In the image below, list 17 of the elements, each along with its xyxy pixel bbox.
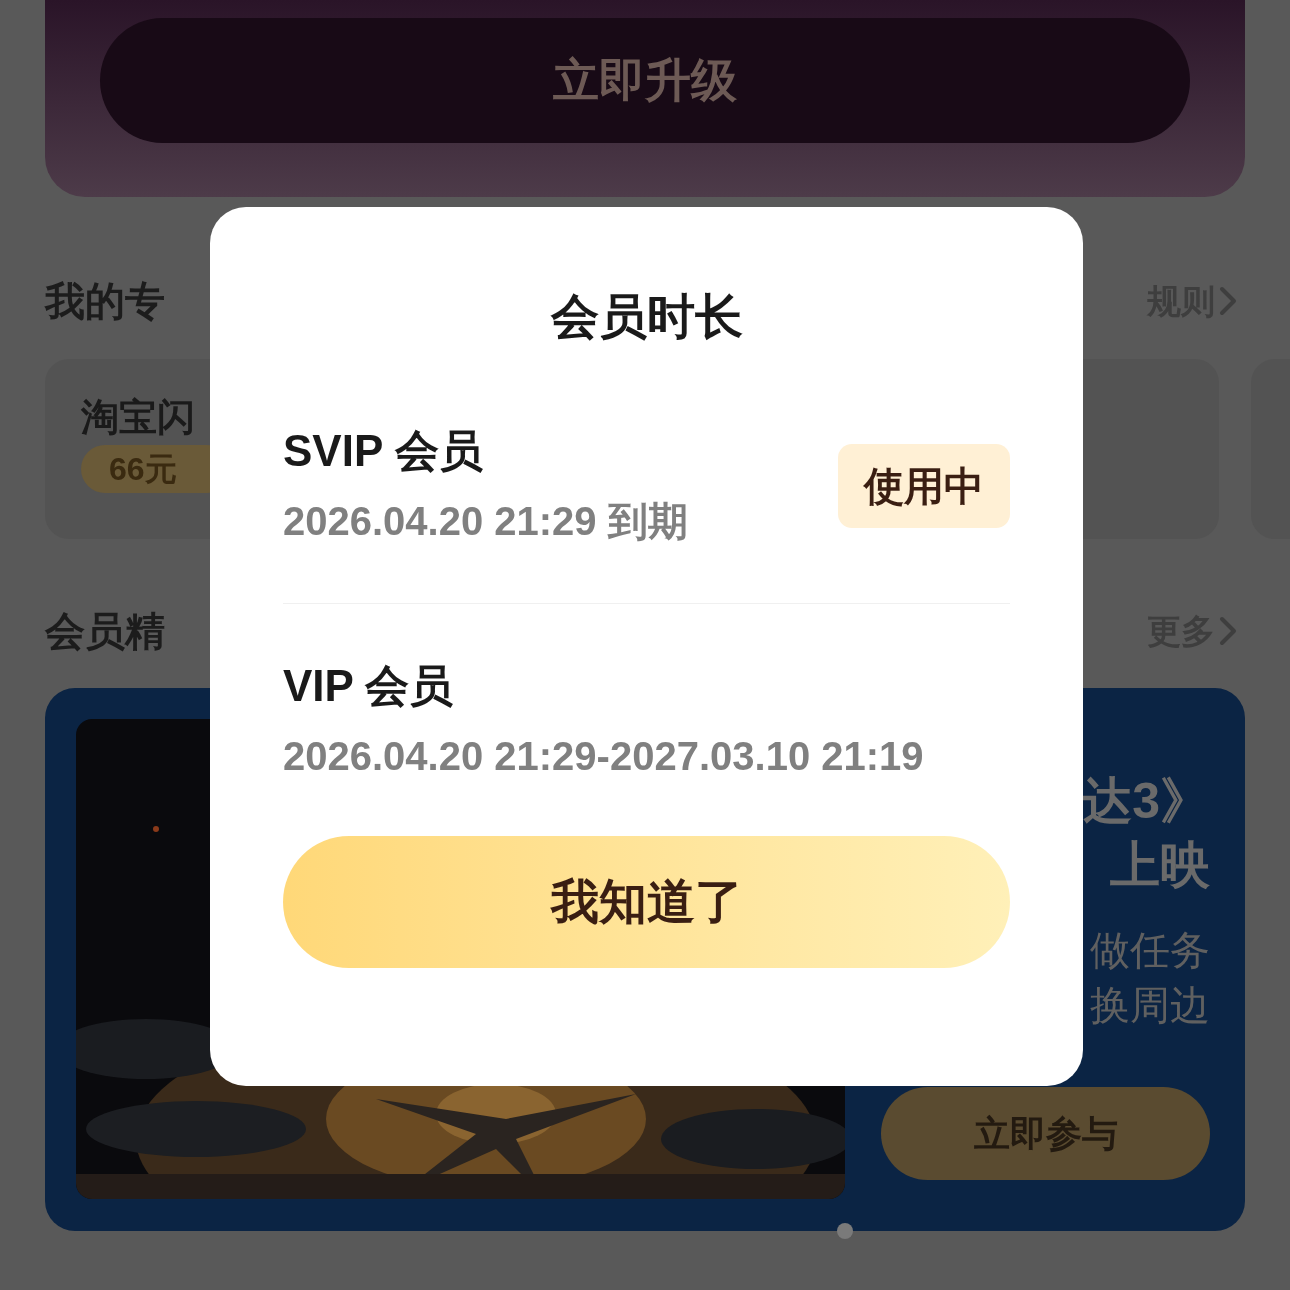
section-title: 会员精 xyxy=(45,608,165,655)
dialog-title: 会员时长 xyxy=(549,289,744,345)
confirm-button[interactable]: 我知道了 xyxy=(283,836,1010,968)
banner-text: 做任务 xyxy=(1090,927,1210,974)
banner-headline: 达3》 xyxy=(1082,772,1210,831)
upgrade-button[interactable]: 立即升级 xyxy=(100,18,1190,143)
membership-name: SVIP 会员 xyxy=(283,425,484,477)
section-title: 我的专 xyxy=(45,278,165,325)
membership-period: 2026.04.20 21:29 到期 xyxy=(283,498,688,545)
in-use-badge: 使用中 xyxy=(838,444,1010,528)
membership-name: VIP 会员 xyxy=(283,660,455,712)
banner-text: 换周边 xyxy=(1090,982,1210,1029)
membership-period: 2026.04.20 21:29-2027.03.10 21:19 xyxy=(283,733,924,780)
chevron-right-icon xyxy=(1219,616,1237,646)
benefit-title: 淘宝闪 xyxy=(81,395,196,440)
chevron-right-icon xyxy=(1219,286,1237,316)
banner-headline: 上映 xyxy=(1110,836,1210,895)
